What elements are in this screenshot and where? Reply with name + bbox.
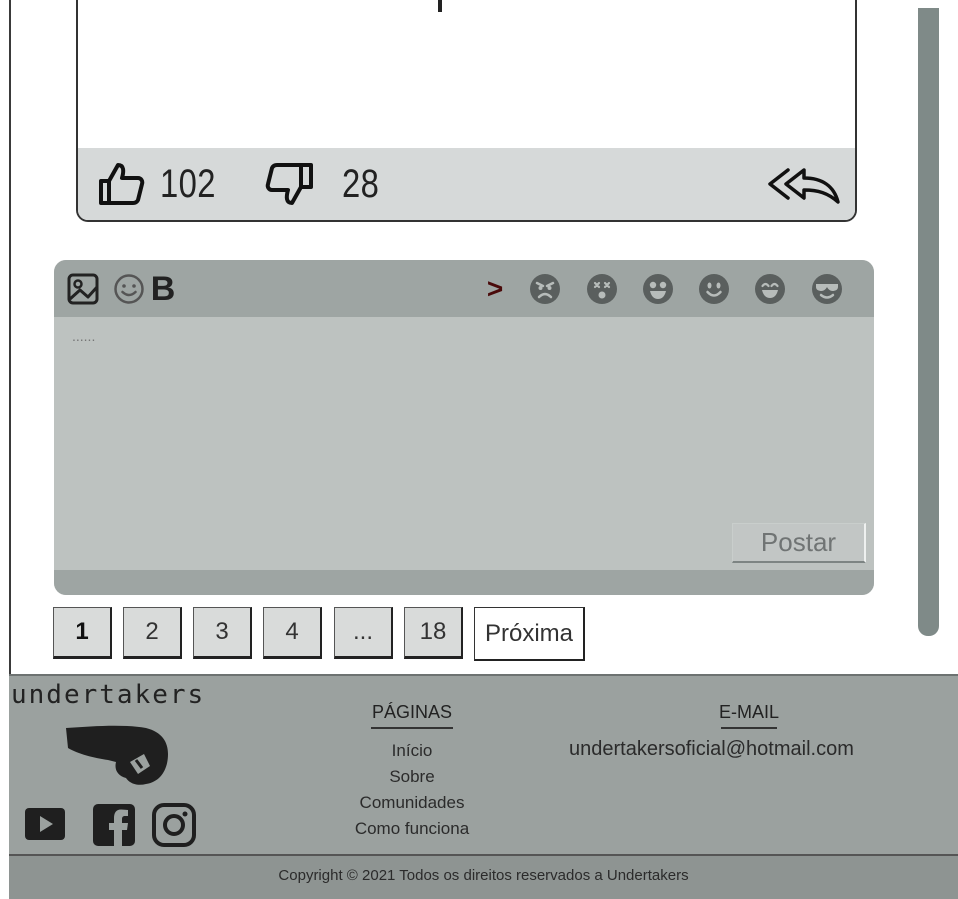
thumbs-down-icon[interactable] (264, 159, 314, 209)
facebook-icon[interactable] (91, 802, 137, 848)
comment-editor: B > ...... Postar (54, 260, 874, 595)
site-footer: undertakers PÁGINAS Início Sobre Comunid… (9, 674, 958, 899)
like-count: 102 (160, 161, 216, 206)
footer-link-comunidades[interactable]: Comunidades (312, 790, 512, 816)
pages-heading-underline (371, 727, 453, 729)
page-button-1[interactable]: 1 (53, 607, 112, 659)
post-card: 102 28 (76, 0, 857, 222)
emoji-icon[interactable] (112, 272, 146, 306)
email-heading: E-MAIL (649, 702, 849, 729)
email-heading-text: E-MAIL (718, 702, 779, 722)
pages-link-list: Início Sobre Comunidades Como funciona (312, 738, 512, 842)
dislike-group: 28 (264, 148, 388, 220)
post-actions-bar: 102 28 (78, 148, 855, 220)
grin-face-icon[interactable] (641, 272, 675, 306)
pages-heading-text: PÁGINAS (371, 702, 453, 722)
page-left-border (9, 0, 11, 676)
expand-reactions-button[interactable]: > (482, 272, 508, 306)
contact-email[interactable]: undertakersoficial@hotmail.com (569, 738, 854, 761)
footer-link-inicio[interactable]: Início (312, 738, 512, 764)
text-cursor (438, 0, 442, 12)
image-icon[interactable] (66, 272, 100, 306)
editor-footer-bar (54, 570, 874, 595)
copyright-text: Copyright © 2021 Todos os direitos reser… (278, 867, 689, 884)
dislike-count: 28 (342, 161, 380, 206)
angry-face-icon[interactable] (528, 272, 562, 306)
page-button-3[interactable]: 3 (193, 607, 252, 659)
page-button-2[interactable]: 2 (123, 607, 182, 659)
next-page-button[interactable]: Próxima (474, 607, 585, 661)
page-button-18[interactable]: 18 (404, 607, 463, 659)
smile-face-icon[interactable] (697, 272, 731, 306)
footer-link-sobre[interactable]: Sobre (312, 764, 512, 790)
thumbs-up-icon[interactable] (96, 159, 146, 209)
editor-toolbar: B > (54, 260, 874, 317)
like-group: 102 (96, 148, 228, 220)
page-button-4[interactable]: 4 (263, 607, 322, 659)
email-heading-underline (721, 727, 777, 729)
scrollbar-thumb[interactable] (918, 8, 939, 636)
reply-all-icon[interactable] (766, 162, 842, 206)
dizzy-face-icon[interactable] (585, 272, 619, 306)
cool-face-icon[interactable] (810, 272, 844, 306)
footer-link-como-funciona[interactable]: Como funciona (312, 816, 512, 842)
page-ellipsis[interactable]: ... (334, 607, 393, 659)
copyright-bar: Copyright © 2021 Todos os direitos reser… (9, 854, 958, 899)
pagination: 1 2 3 4 ... 18 Próxima (0, 607, 958, 663)
bold-button[interactable]: B (149, 270, 177, 308)
youtube-icon[interactable] (23, 802, 67, 846)
pages-heading: PÁGINAS (312, 702, 512, 729)
footer-divider (9, 674, 958, 676)
happy-face-icon[interactable] (753, 272, 787, 306)
comment-input[interactable] (70, 326, 854, 530)
instagram-icon[interactable] (149, 802, 199, 848)
brand-name: undertakers (11, 680, 206, 710)
fist-logo-icon (64, 720, 170, 791)
post-button[interactable]: Postar (732, 523, 866, 563)
